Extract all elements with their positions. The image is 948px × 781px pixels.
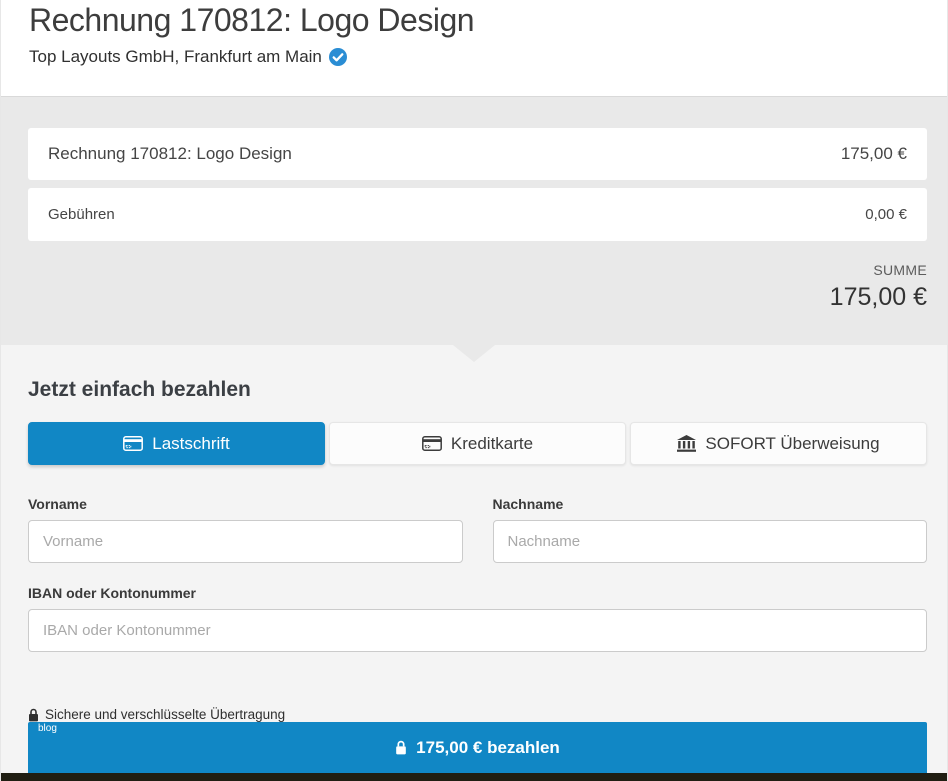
invoice-line-amount: 175,00 € bbox=[841, 144, 907, 164]
lock-icon bbox=[395, 740, 407, 755]
total-amount: 175,00 € bbox=[28, 283, 927, 312]
iban-input[interactable] bbox=[28, 609, 927, 652]
payment-heading: Jetzt einfach bezahlen bbox=[28, 378, 927, 402]
bottom-strip bbox=[1, 773, 947, 781]
iban-field-group: IBAN oder Kontonummer bbox=[28, 585, 927, 698]
method-tab-lastschrift[interactable]: Lastschrift bbox=[28, 422, 325, 465]
fees-line-amount: 0,00 € bbox=[865, 206, 907, 223]
page-header: Rechnung 170812: Logo Design Top Layouts… bbox=[1, 0, 947, 97]
panel-notch bbox=[453, 345, 495, 362]
name-fields-row: Vorname Nachname bbox=[28, 496, 927, 563]
total-label: SUMME bbox=[28, 262, 927, 278]
summary-total: SUMME 175,00 € bbox=[28, 262, 927, 312]
merchant-line: Top Layouts GmbH, Frankfurt am Main bbox=[29, 47, 927, 67]
vorname-input[interactable] bbox=[28, 520, 463, 563]
nachname-field-group: Nachname bbox=[493, 496, 928, 563]
lock-icon bbox=[28, 708, 39, 722]
iban-label: IBAN oder Kontonummer bbox=[28, 585, 927, 601]
method-tab-kreditkarte[interactable]: Kreditkarte bbox=[329, 422, 626, 465]
nachname-input[interactable] bbox=[493, 520, 928, 563]
merchant-name: Top Layouts GmbH, Frankfurt am Main bbox=[29, 47, 322, 67]
invoice-line-item: Rechnung 170812: Logo Design 175,00 € bbox=[28, 128, 927, 180]
nachname-label: Nachname bbox=[493, 496, 928, 512]
payment-method-tabs: Lastschrift Kreditkarte bbox=[28, 422, 927, 465]
verified-badge-icon bbox=[329, 48, 347, 66]
invoice-summary: Rechnung 170812: Logo Design 175,00 € Ge… bbox=[1, 97, 947, 345]
page-title: Rechnung 170812: Logo Design bbox=[29, 0, 927, 40]
method-tab-label: SOFORT Überweisung bbox=[705, 434, 879, 454]
fees-line-label: Gebühren bbox=[48, 206, 115, 223]
vorname-label: Vorname bbox=[28, 496, 463, 512]
credit-card-icon bbox=[422, 436, 442, 451]
method-tab-label: Lastschrift bbox=[152, 434, 229, 454]
invoice-payment-page: Rechnung 170812: Logo Design Top Layouts… bbox=[0, 0, 948, 781]
bank-icon bbox=[677, 435, 696, 452]
payment-panel: Jetzt einfach bezahlen Lastschrift bbox=[1, 345, 947, 773]
pay-button-label: 175,00 € bezahlen bbox=[416, 738, 560, 758]
credit-card-icon bbox=[123, 436, 143, 451]
method-tab-sofort-ueberweisung[interactable]: SOFORT Überweisung bbox=[630, 422, 927, 465]
fees-line-item: Gebühren 0,00 € bbox=[28, 188, 927, 241]
method-tab-label: Kreditkarte bbox=[451, 434, 533, 454]
pay-button[interactable]: blog 175,00 € bezahlen bbox=[28, 722, 927, 773]
invoice-line-label: Rechnung 170812: Logo Design bbox=[48, 144, 292, 164]
secure-transfer-text: Sichere und verschlüsselte Übertragung bbox=[45, 707, 285, 722]
secure-transfer-note: Sichere und verschlüsselte Übertragung bbox=[28, 707, 927, 722]
vorname-field-group: Vorname bbox=[28, 496, 463, 563]
blog-tag: blog bbox=[38, 723, 57, 734]
